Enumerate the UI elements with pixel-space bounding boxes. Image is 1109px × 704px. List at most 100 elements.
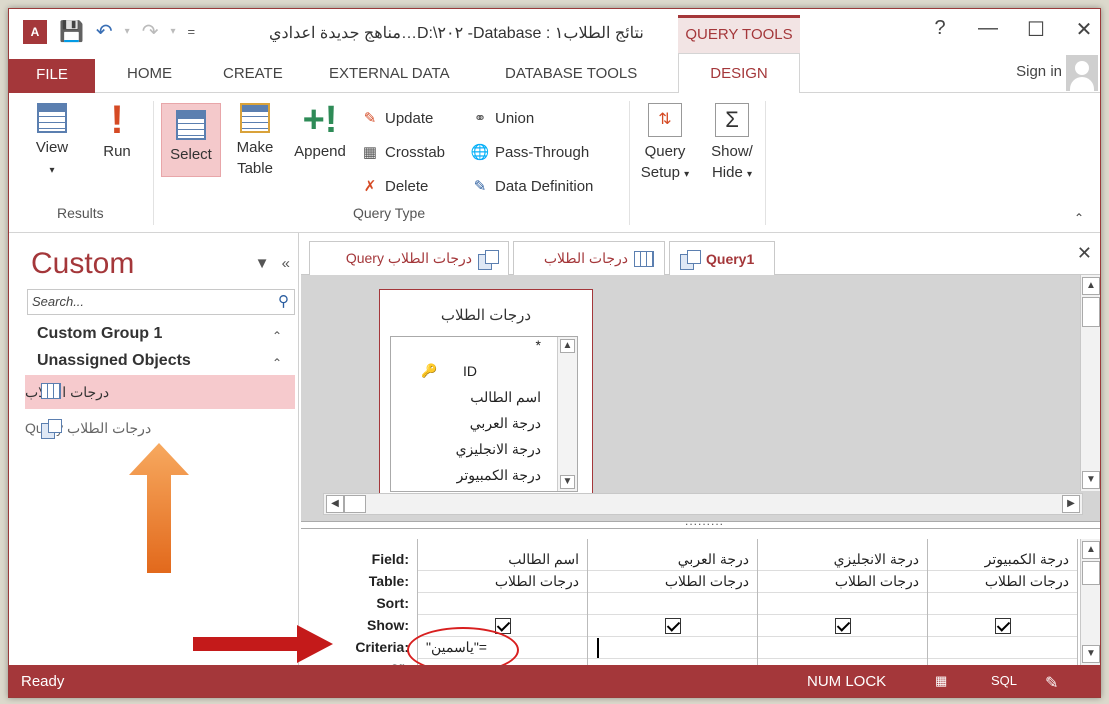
show-cell[interactable]	[928, 615, 1077, 637]
customize-qat-icon[interactable]: =	[188, 24, 196, 39]
show-cell[interactable]	[758, 615, 927, 637]
tab-create[interactable]: CREATE	[223, 65, 283, 82]
scroll-down-icon[interactable]: ▼	[1082, 645, 1100, 663]
help-button[interactable]: ?	[928, 17, 952, 42]
design-view-icon[interactable]: ✎	[1045, 673, 1058, 693]
pane-splitter[interactable]	[301, 514, 1100, 529]
sort-cell[interactable]	[588, 593, 757, 615]
unassigned-objects-header[interactable]: Unassigned Objects	[37, 352, 191, 370]
field-cell[interactable]: اسم الطالب	[418, 549, 587, 571]
scroll-up-icon[interactable]: ▲	[1082, 541, 1100, 559]
undo-icon[interactable]: ↶	[96, 19, 113, 44]
tab-design[interactable]: DESIGN	[678, 53, 800, 94]
nav-search-input[interactable]: Search... ⚲	[27, 289, 295, 315]
nav-item-query[interactable]: درجات الطلاب Query	[25, 411, 295, 445]
sort-cell[interactable]	[418, 593, 587, 615]
show-cell[interactable]	[588, 615, 757, 637]
search-icon[interactable]: ⚲	[278, 292, 289, 310]
update-button[interactable]: ✎ Update	[359, 109, 434, 128]
nav-menu-icon[interactable]: ▼	[255, 255, 270, 272]
criteria-cell[interactable]	[758, 637, 927, 659]
tab-database-tools[interactable]: DATABASE TOOLS	[505, 65, 637, 82]
sql-view-button[interactable]: SQL	[991, 673, 1017, 688]
redo-icon[interactable]: ↷	[142, 19, 159, 44]
scroll-down-icon[interactable]: ▼	[1082, 471, 1100, 489]
field-cell[interactable]: درجة العربي	[588, 549, 757, 571]
show-checkbox[interactable]	[994, 618, 1011, 634]
design-vertical-scrollbar[interactable]: ▲ ▼	[1080, 275, 1100, 491]
scroll-right-icon[interactable]: ▶	[1062, 495, 1080, 513]
access-app-icon[interactable]: A	[23, 19, 47, 44]
table-cell[interactable]: درجات الطلاب	[928, 571, 1077, 593]
query-setup-button[interactable]: ⇅ Query Setup ▾	[635, 103, 695, 203]
tab-file[interactable]: FILE	[9, 59, 95, 93]
nav-item-table[interactable]: درجات الطلاب	[25, 375, 295, 409]
table-field-list[interactable]: درجات الطلاب * 🔑 ID اسم الطالب درجة العر…	[379, 289, 593, 497]
sort-cell[interactable]	[758, 593, 927, 615]
collapse-ribbon-icon[interactable]: ⌃	[1074, 211, 1084, 225]
scroll-up-icon[interactable]: ▲	[1082, 277, 1100, 295]
datasheet-view-icon[interactable]: ▦	[935, 673, 947, 689]
close-button[interactable]: ✕	[1072, 17, 1096, 42]
append-button[interactable]: +! Append	[287, 101, 353, 199]
grid-column[interactable]: درجة العربي درجات الطلاب	[588, 539, 758, 665]
minimize-button[interactable]: —	[976, 17, 1000, 42]
table-cell[interactable]: درجات الطلاب	[418, 571, 587, 593]
redo-dropdown-icon[interactable]: ▾	[170, 26, 175, 37]
save-icon[interactable]: 💾	[59, 19, 84, 44]
custom-group-header[interactable]: Custom Group 1	[37, 325, 162, 343]
run-button[interactable]: ! Run	[89, 100, 145, 199]
field-cell[interactable]: درجة الانجليزي	[758, 549, 927, 571]
field-english-grade[interactable]: درجة الانجليزي	[456, 441, 541, 458]
sign-in-link[interactable]: Sign in	[1016, 63, 1062, 80]
grid-column[interactable]: درجة الكمبيوتر درجات الطلاب	[928, 539, 1078, 665]
scroll-up-icon[interactable]: ▲	[560, 339, 575, 353]
criteria-cell[interactable]	[928, 637, 1077, 659]
collapse-group-icon[interactable]: ⌃	[272, 329, 282, 343]
crosstab-button[interactable]: ▦ Crosstab	[359, 143, 445, 162]
make-table-label-2: Table	[237, 160, 273, 177]
maximize-button[interactable]: ☐	[1024, 17, 1048, 42]
query-design-grid: Field: Table: Sort: Show: Criteria: or: …	[301, 529, 1100, 675]
sort-cell[interactable]	[928, 593, 1077, 615]
grid-column[interactable]: درجة الانجليزي درجات الطلاب	[758, 539, 928, 665]
tab-external-data[interactable]: EXTERNAL DATA	[329, 65, 450, 82]
tab-table[interactable]: درجات الطلاب	[513, 241, 665, 275]
data-definition-button[interactable]: ✎ Data Definition	[469, 177, 594, 196]
select-query-button[interactable]: Select	[161, 103, 221, 177]
table-cell[interactable]: درجات الطلاب	[588, 571, 757, 593]
field-all[interactable]: *	[536, 337, 541, 353]
make-table-button[interactable]: Make Table	[227, 103, 283, 199]
union-button[interactable]: ⚭ Union	[469, 109, 535, 128]
field-arabic-grade[interactable]: درجة العربي	[470, 415, 541, 432]
show-checkbox[interactable]	[834, 618, 851, 634]
tab-home[interactable]: HOME	[127, 65, 172, 82]
scroll-left-icon[interactable]: ◀	[326, 495, 344, 513]
field-student-name[interactable]: اسم الطالب	[470, 389, 541, 406]
field-cell[interactable]: درجة الكمبيوتر	[928, 549, 1077, 571]
collapse-nav-icon[interactable]: «	[282, 255, 290, 272]
scroll-thumb[interactable]	[344, 495, 366, 513]
collapse-group-icon[interactable]: ⌃	[272, 356, 282, 370]
grid-vertical-scrollbar[interactable]: ▲ ▼	[1080, 539, 1100, 665]
criteria-cell[interactable]	[588, 637, 757, 659]
avatar[interactable]	[1066, 55, 1098, 91]
view-button[interactable]: View ▾	[21, 103, 83, 199]
scroll-thumb[interactable]	[1082, 297, 1100, 327]
undo-dropdown-icon[interactable]: ▾	[125, 26, 130, 37]
nav-pane-title[interactable]: Custom	[31, 247, 134, 281]
design-horizontal-scrollbar[interactable]: ◀ ▶	[323, 493, 1083, 515]
scroll-thumb[interactable]	[1082, 561, 1100, 585]
field-id[interactable]: ID	[463, 363, 477, 379]
tab-query1[interactable]: Query1	[669, 241, 775, 276]
show-checkbox[interactable]	[664, 618, 681, 634]
delete-button[interactable]: ✗ Delete	[359, 177, 429, 196]
close-document-icon[interactable]: ✕	[1077, 243, 1092, 264]
show-hide-button[interactable]: Σ Show/ Hide ▾	[701, 103, 763, 203]
tab-saved-query[interactable]: درجات الطلاب Query	[309, 241, 509, 275]
scroll-down-icon[interactable]: ▼	[560, 475, 575, 489]
pass-through-button[interactable]: 🌐 Pass-Through	[469, 143, 590, 162]
field-list-scrollbar[interactable]: ▲ ▼	[557, 337, 577, 491]
table-cell[interactable]: درجات الطلاب	[758, 571, 927, 593]
field-computer-grade[interactable]: درجة الكمبيوتر	[457, 467, 541, 484]
